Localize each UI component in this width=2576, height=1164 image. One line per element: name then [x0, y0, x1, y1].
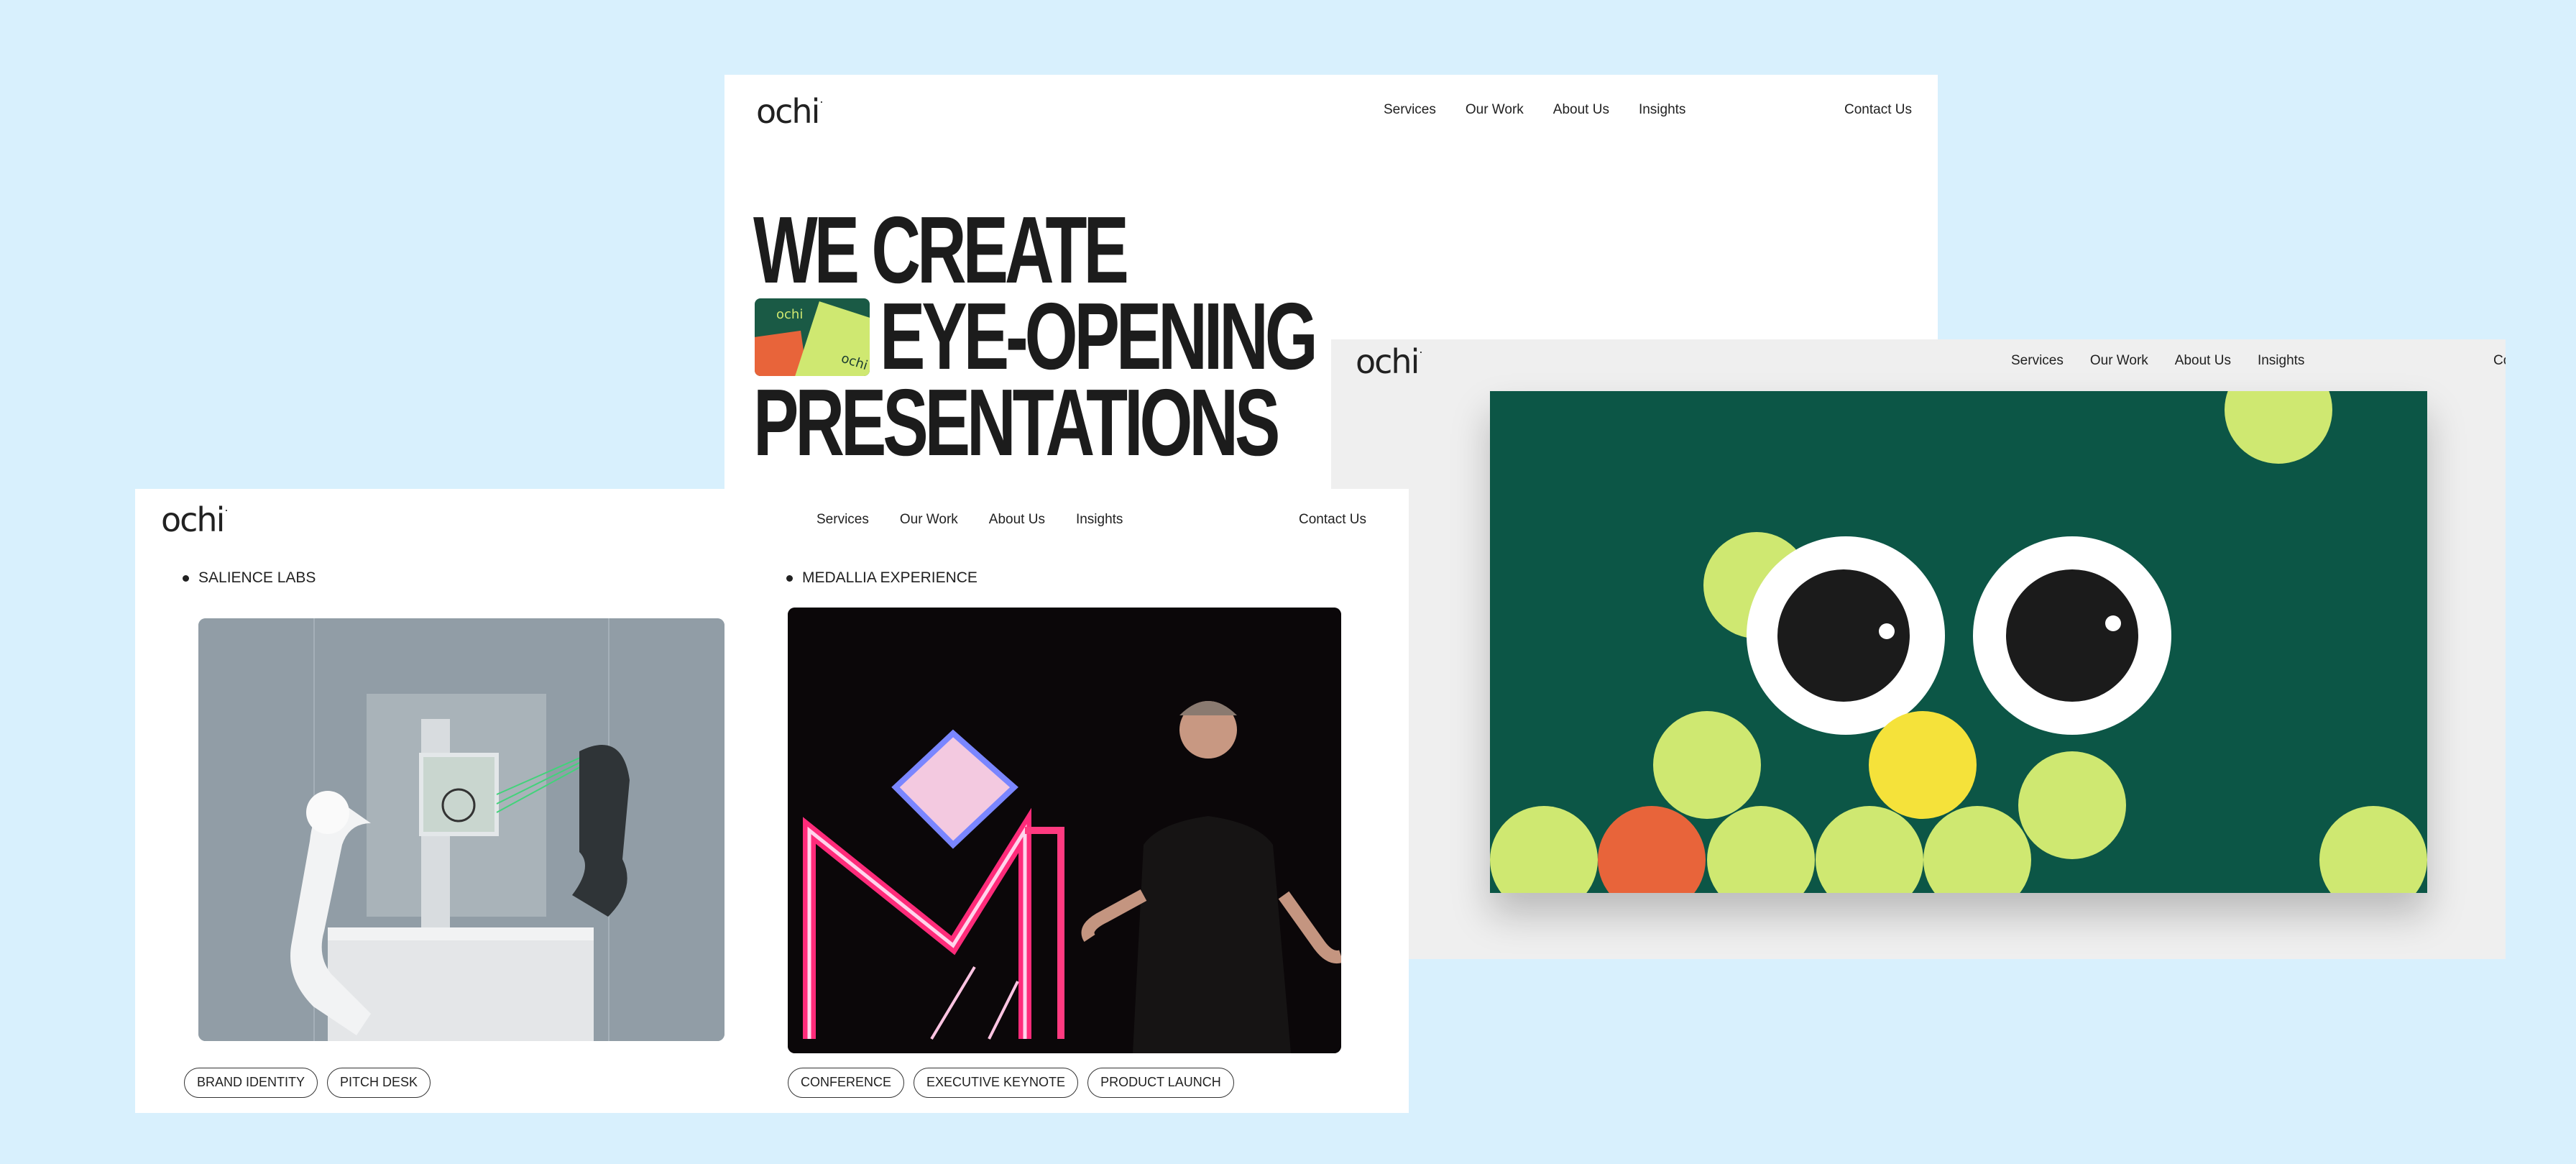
project-image-medallia[interactable]: [788, 608, 1341, 1053]
nav-insights[interactable]: Insights: [1639, 102, 1685, 118]
eyes-illustration: [1490, 391, 2427, 893]
brand-logo[interactable]: ochi.: [161, 500, 229, 539]
project-title-text: SALIENCE LABS: [198, 569, 316, 586]
project-title-text: MEDALLIA EXPERIENCE: [802, 569, 978, 586]
nav-contact-us[interactable]: Contact Us: [1844, 102, 1912, 118]
lime-circle: [2319, 806, 2427, 893]
main-nav: Services Our Work About Us Insights: [816, 512, 1154, 528]
tag-executive-keynote[interactable]: EXECUTIVE KEYNOTE: [914, 1068, 1079, 1098]
nav-contact-us-cropped[interactable]: Co: [2493, 353, 2506, 369]
thumb-logo-a: ochi: [776, 307, 804, 322]
tag-product-launch[interactable]: PRODUCT LAUNCH: [1087, 1068, 1234, 1098]
lime-circle: [1707, 806, 1815, 893]
brand-logo[interactable]: ochi.: [756, 92, 824, 131]
lime-circle: [2225, 391, 2332, 464]
brand-logo[interactable]: ochi.: [1356, 342, 1423, 381]
bullet-dot: [183, 574, 189, 582]
bullet-dot: [786, 574, 793, 582]
orange-circle: [1598, 806, 1706, 893]
hero-thumbnail-image: ochi ochi: [755, 298, 870, 376]
project-tags: CONFERENCE EXECUTIVE KEYNOTE PRODUCT LAU…: [788, 1068, 1243, 1098]
main-nav: Services Our Work About Us Insights: [2011, 353, 2331, 369]
brand-logo-text: ochi: [1356, 342, 1420, 381]
main-nav: Services Our Work About Us Insights: [1384, 102, 1715, 118]
nav-our-work[interactable]: Our Work: [2090, 353, 2148, 369]
nav-our-work[interactable]: Our Work: [900, 512, 958, 528]
nav-insights[interactable]: Insights: [1076, 512, 1123, 528]
brand-logo-text: ochi: [161, 500, 225, 539]
project-image-salience[interactable]: [198, 618, 724, 1041]
nav-services[interactable]: Services: [816, 512, 869, 528]
eye-glint-left: [1879, 623, 1895, 639]
lime-circle: [1816, 806, 1923, 893]
eye-pupil-right: [2006, 569, 2138, 702]
nav-services[interactable]: Services: [1384, 102, 1436, 118]
tag-pitch-desk[interactable]: PITCH DESK: [327, 1068, 431, 1098]
project-title: MEDALLIA EXPERIENCE: [786, 569, 978, 587]
nav-services[interactable]: Services: [2011, 353, 2064, 369]
eye-glint-right: [2105, 615, 2121, 631]
tag-conference[interactable]: CONFERENCE: [788, 1068, 905, 1098]
projects-window: ochi. Services Our Work About Us Insight…: [135, 489, 1409, 1113]
illustration-window: ochi. Services Our Work About Us Insight…: [1331, 339, 2506, 959]
lime-circle: [1490, 806, 1598, 893]
tag-brand-identity[interactable]: BRAND IDENTITY: [184, 1068, 318, 1098]
nav-about-us[interactable]: About Us: [989, 512, 1045, 528]
nav-our-work[interactable]: Our Work: [1466, 102, 1524, 118]
lime-circle: [2018, 751, 2126, 859]
brand-logo-text: ochi: [756, 92, 820, 131]
keynote-stage-image: [788, 608, 1341, 1053]
nav-about-us[interactable]: About Us: [2175, 353, 2231, 369]
nav-contact-us[interactable]: Contact Us: [1299, 512, 1366, 528]
project-tags: BRAND IDENTITY PITCH DESK: [184, 1068, 440, 1098]
robot-arms-image: [198, 618, 724, 1041]
yellow-circle: [1869, 711, 1977, 819]
nav-insights[interactable]: Insights: [2258, 353, 2304, 369]
lime-circle: [1653, 711, 1761, 819]
hero-line-3: PRESENTATIONS: [753, 370, 1280, 475]
nav-about-us[interactable]: About Us: [1553, 102, 1609, 118]
lime-circle: [1923, 806, 2031, 893]
project-title: SALIENCE LABS: [183, 569, 316, 587]
eyes-illustration-svg: [1490, 391, 2427, 893]
